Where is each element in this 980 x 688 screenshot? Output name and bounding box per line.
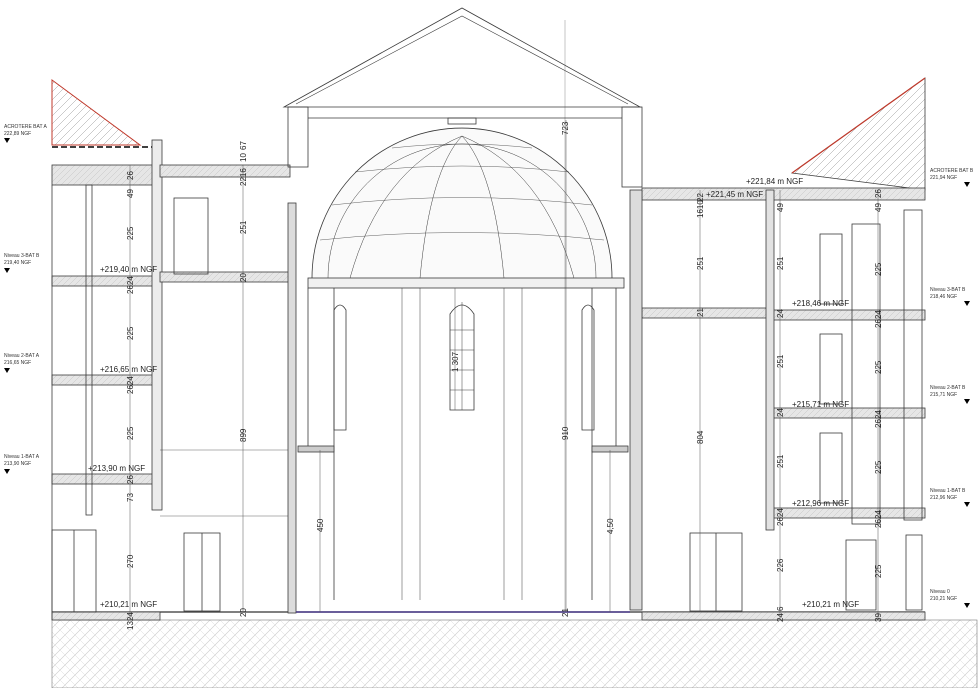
- dim: 270: [126, 554, 135, 568]
- dim: 24: [776, 408, 785, 417]
- dim: 251: [239, 220, 248, 234]
- level-value: 215,71 NGF: [930, 392, 957, 398]
- dim: 1610: [696, 200, 705, 218]
- level-marker-icon: [4, 268, 10, 273]
- dim: 225: [874, 564, 883, 578]
- level-marker-icon: [4, 469, 10, 474]
- dim: 2624: [776, 508, 785, 526]
- level-marker-icon: [964, 603, 970, 608]
- level-value: 222,89 NGF: [4, 131, 31, 137]
- level-value: 216,65 NGF: [4, 360, 31, 366]
- dim: 251: [776, 354, 785, 368]
- dim: 1 307: [451, 351, 460, 372]
- dim: 49: [776, 203, 785, 212]
- dim: 450: [316, 518, 325, 532]
- level-name: Niveau 2-BAT B: [930, 385, 966, 391]
- dim: 2624: [874, 510, 883, 528]
- level-name: Niveau 3-BAT B: [4, 253, 40, 259]
- right-level-n1: Niveau 1-BAT B 212,96 NGF: [930, 488, 970, 507]
- right-building: [629, 77, 926, 621]
- dim: 899: [239, 428, 248, 442]
- level-name: ACROTERE BAT A: [4, 124, 48, 130]
- dim: 67: [239, 141, 248, 150]
- dim: 910: [561, 426, 570, 440]
- dim: 226: [776, 558, 785, 572]
- level-name: Niveau 2-BAT A: [4, 353, 40, 359]
- level-marker-icon: [4, 368, 10, 373]
- dim: 2216: [239, 168, 248, 186]
- dim: 49: [874, 203, 883, 212]
- left-level-n2: Niveau 2-BAT A 216,65 NGF: [4, 353, 40, 373]
- right-level-acrotere: ACROTERE BAT B 221,94 NGF: [930, 168, 974, 187]
- dim: 2624: [874, 310, 883, 328]
- dim: 251: [696, 256, 705, 270]
- level-name: Niveau 3-BAT B: [930, 287, 966, 293]
- level-name: ACROTERE BAT B: [930, 168, 974, 174]
- dim: 10: [239, 153, 248, 162]
- dim: 26: [126, 171, 135, 180]
- dim: 20: [239, 608, 248, 617]
- ngf-right-n1: +212,96 m NGF: [792, 499, 849, 508]
- dim: 26: [126, 475, 135, 484]
- dim: 21: [696, 308, 705, 317]
- level-value: 218,46 NGF: [930, 294, 957, 300]
- dim: 225: [874, 460, 883, 474]
- dim: 20: [239, 273, 248, 282]
- ngf-right-top: +221,45 m NGF: [706, 190, 763, 199]
- dim: 24: [776, 613, 785, 622]
- left-level-acrotere: ACROTERE BAT A 222,89 NGF: [4, 124, 48, 143]
- ground-hatch: [51, 619, 978, 688]
- level-name: Niveau 1-BAT B: [930, 488, 966, 494]
- level-value: 212,96 NGF: [930, 495, 957, 501]
- dim: 4,50: [606, 518, 615, 534]
- level-marker-icon: [964, 502, 970, 507]
- dim: 24: [776, 309, 785, 318]
- dim: 804: [696, 430, 705, 444]
- ngf-right-roof: +221,84 m NGF: [746, 177, 803, 186]
- level-value: 213,90 NGF: [4, 461, 31, 467]
- dim: 225: [874, 262, 883, 276]
- dim: 1324: [126, 612, 135, 630]
- dim: 49: [126, 189, 135, 198]
- left-building: [51, 79, 297, 621]
- dim: 6: [776, 606, 785, 611]
- ngf-left-n3: +219,40 m NGF: [100, 265, 157, 274]
- level-name: Niveau 1-BAT A: [4, 454, 40, 460]
- ngf-right-n0: +210,21 m NGF: [802, 600, 859, 609]
- ngf-right-n2: +215,71 m NGF: [792, 400, 849, 409]
- level-marker-icon: [964, 399, 970, 404]
- level-name: Niveau 0: [930, 589, 950, 595]
- dim: 723: [561, 121, 570, 135]
- chapel: [282, 7, 643, 613]
- ngf-left-n0: +210,21 m NGF: [100, 600, 157, 609]
- dim: 21: [561, 608, 570, 617]
- level-value: 210,21 NGF: [930, 596, 957, 602]
- level-marker-icon: [964, 182, 970, 187]
- section-drawing: ACROTERE BAT A 222,89 NGF Niveau 3-BAT B…: [4, 7, 978, 688]
- dim: 225: [874, 360, 883, 374]
- level-value: 219,40 NGF: [4, 260, 31, 266]
- level-marker-icon: [4, 138, 10, 143]
- level-marker-icon: [964, 301, 970, 306]
- dim: 39: [874, 613, 883, 622]
- ngf-left-n1: +213,90 m NGF: [88, 464, 145, 473]
- dim: 2624: [126, 376, 135, 394]
- dim: 225: [126, 426, 135, 440]
- ngf-right-n3: +218,46 m NGF: [792, 299, 849, 308]
- dim: 73: [126, 493, 135, 502]
- level-value: 221,94 NGF: [930, 175, 957, 181]
- left-level-n3: Niveau 3-BAT B 219,40 NGF: [4, 253, 40, 273]
- right-level-n0: Niveau 0 210,21 NGF: [930, 589, 970, 608]
- dim: 251: [776, 256, 785, 270]
- ngf-left-n2: +216,65 m NGF: [100, 365, 157, 374]
- dim: 26: [874, 189, 883, 198]
- dim: 225: [126, 226, 135, 240]
- dim: 225: [126, 326, 135, 340]
- right-level-n2: Niveau 2-BAT B 215,71 NGF: [930, 385, 970, 404]
- dim: 251: [776, 454, 785, 468]
- dim: 2624: [126, 276, 135, 294]
- left-level-n1: Niveau 1-BAT A 213,90 NGF: [4, 454, 40, 474]
- right-level-n3: Niveau 3-BAT B 218,46 NGF: [930, 287, 970, 306]
- dim: 2624: [874, 410, 883, 428]
